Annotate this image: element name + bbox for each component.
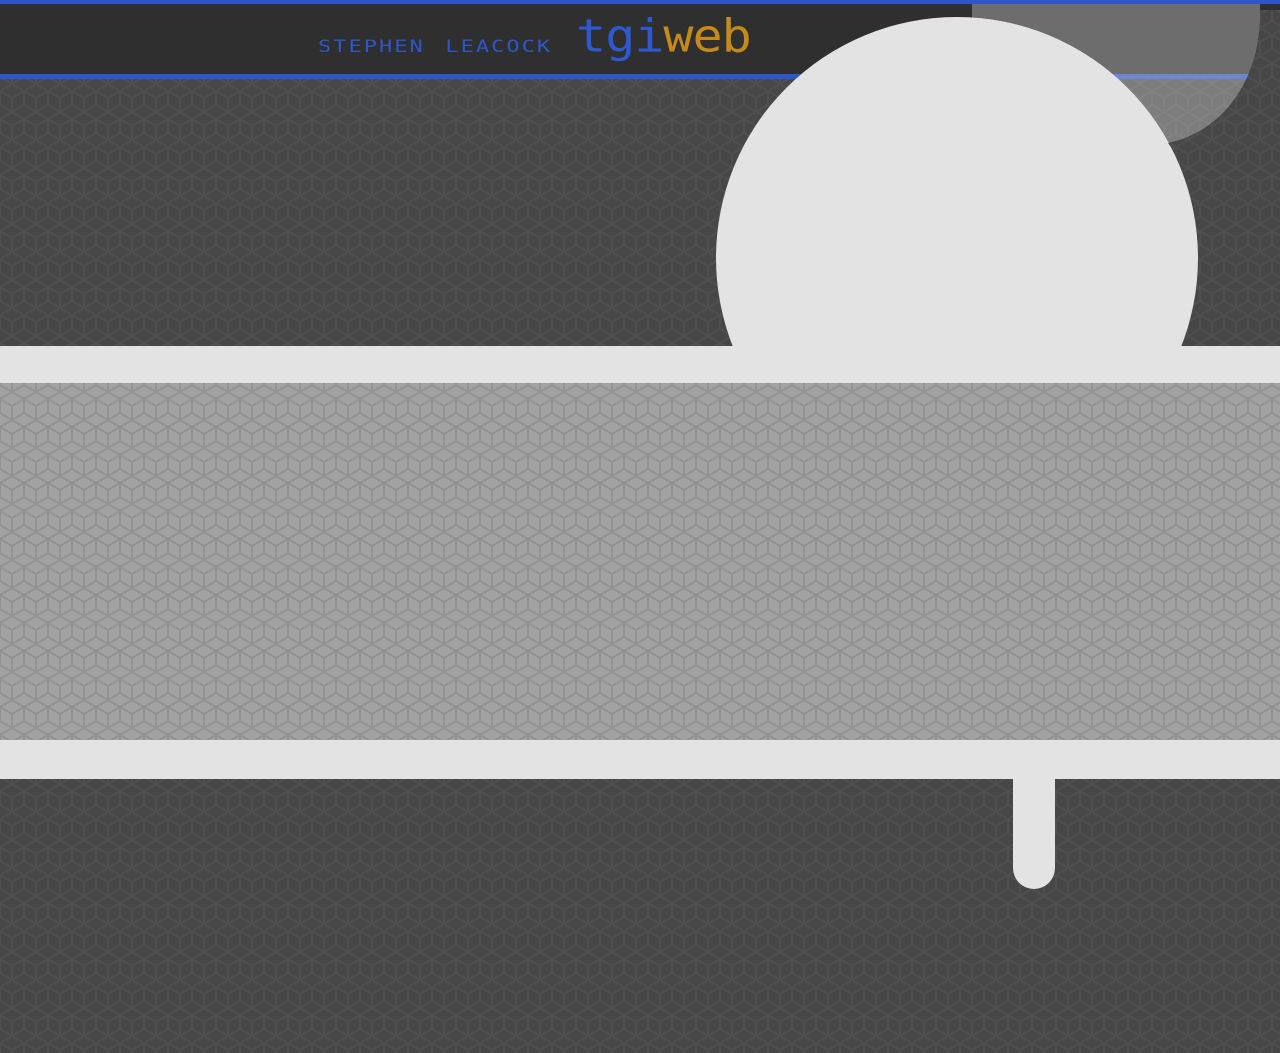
decorative-drip [1013,779,1055,889]
top-light-stripe [0,346,1280,383]
middle-band [0,383,1280,740]
brand-part-tgi: tgi [576,10,664,63]
brand-wordmark: tgiweb [576,14,752,66]
header: stephen leacock tgiweb [0,0,1280,79]
page: stephen leacock tgiweb [0,0,1280,1053]
bottom-light-stripe [0,740,1280,779]
site-logo[interactable]: stephen leacock tgiweb [318,6,752,66]
author-name: stephen leacock [318,30,553,59]
brand-part-web: web [663,10,751,63]
background-graphic [0,0,1280,1053]
